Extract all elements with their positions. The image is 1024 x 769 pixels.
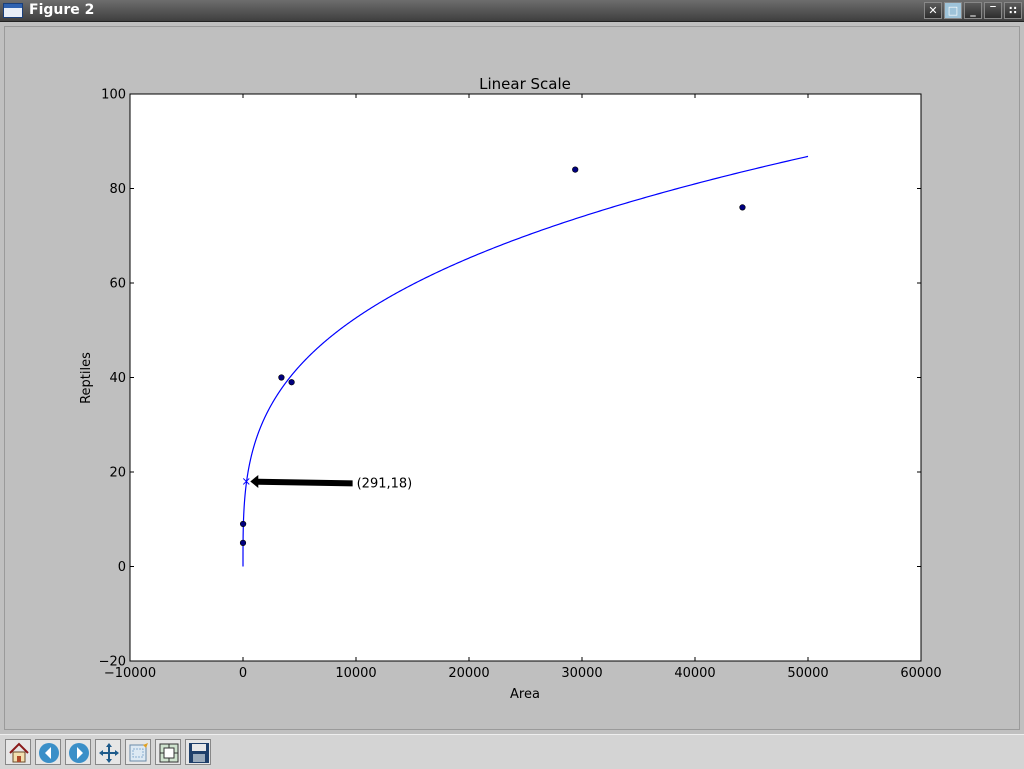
data-point (572, 166, 579, 173)
x-tick-label: 10000 (335, 666, 376, 681)
data-point (288, 379, 295, 386)
y-tick-label: 60 (109, 277, 126, 292)
y-axis-label: Reptiles (79, 352, 94, 404)
plot-area (129, 93, 922, 662)
chart-title: Linear Scale (479, 75, 571, 93)
y-tick-label: 80 (109, 182, 126, 197)
y-tick-label: −20 (99, 655, 126, 670)
y-tick-label: 0 (118, 560, 126, 575)
x-tick-label: 40000 (674, 666, 715, 681)
data-point (278, 374, 285, 381)
y-tick-label: 20 (109, 466, 126, 481)
annotation-label: (291,18) (357, 476, 413, 491)
chart-svg: −10000 0 10000 20000 30000 40000 50000 60000−20… (79, 75, 942, 702)
x-tick-label: 60000 (900, 666, 941, 681)
x-tick-label: 30000 (561, 666, 602, 681)
y-tick-label: 40 (109, 371, 126, 386)
x-tick-label: 50000 (787, 666, 828, 681)
forward-icon[interactable] (65, 739, 91, 765)
zoom-icon[interactable] (125, 739, 151, 765)
subplots-icon[interactable] (155, 739, 181, 765)
x-tick-label: 0 (239, 666, 247, 681)
data-point (239, 539, 247, 546)
data-point (240, 520, 247, 528)
navigation-toolbar (0, 734, 1024, 769)
pan-icon[interactable] (95, 739, 121, 765)
home-icon[interactable] (5, 739, 31, 765)
y-tick-label: 100 (101, 88, 126, 103)
x-axis-label: Area (510, 687, 540, 702)
x-tick-label: 20000 (448, 666, 489, 681)
save-icon[interactable] (185, 739, 211, 765)
back-icon[interactable] (35, 739, 61, 765)
data-point (739, 204, 746, 211)
